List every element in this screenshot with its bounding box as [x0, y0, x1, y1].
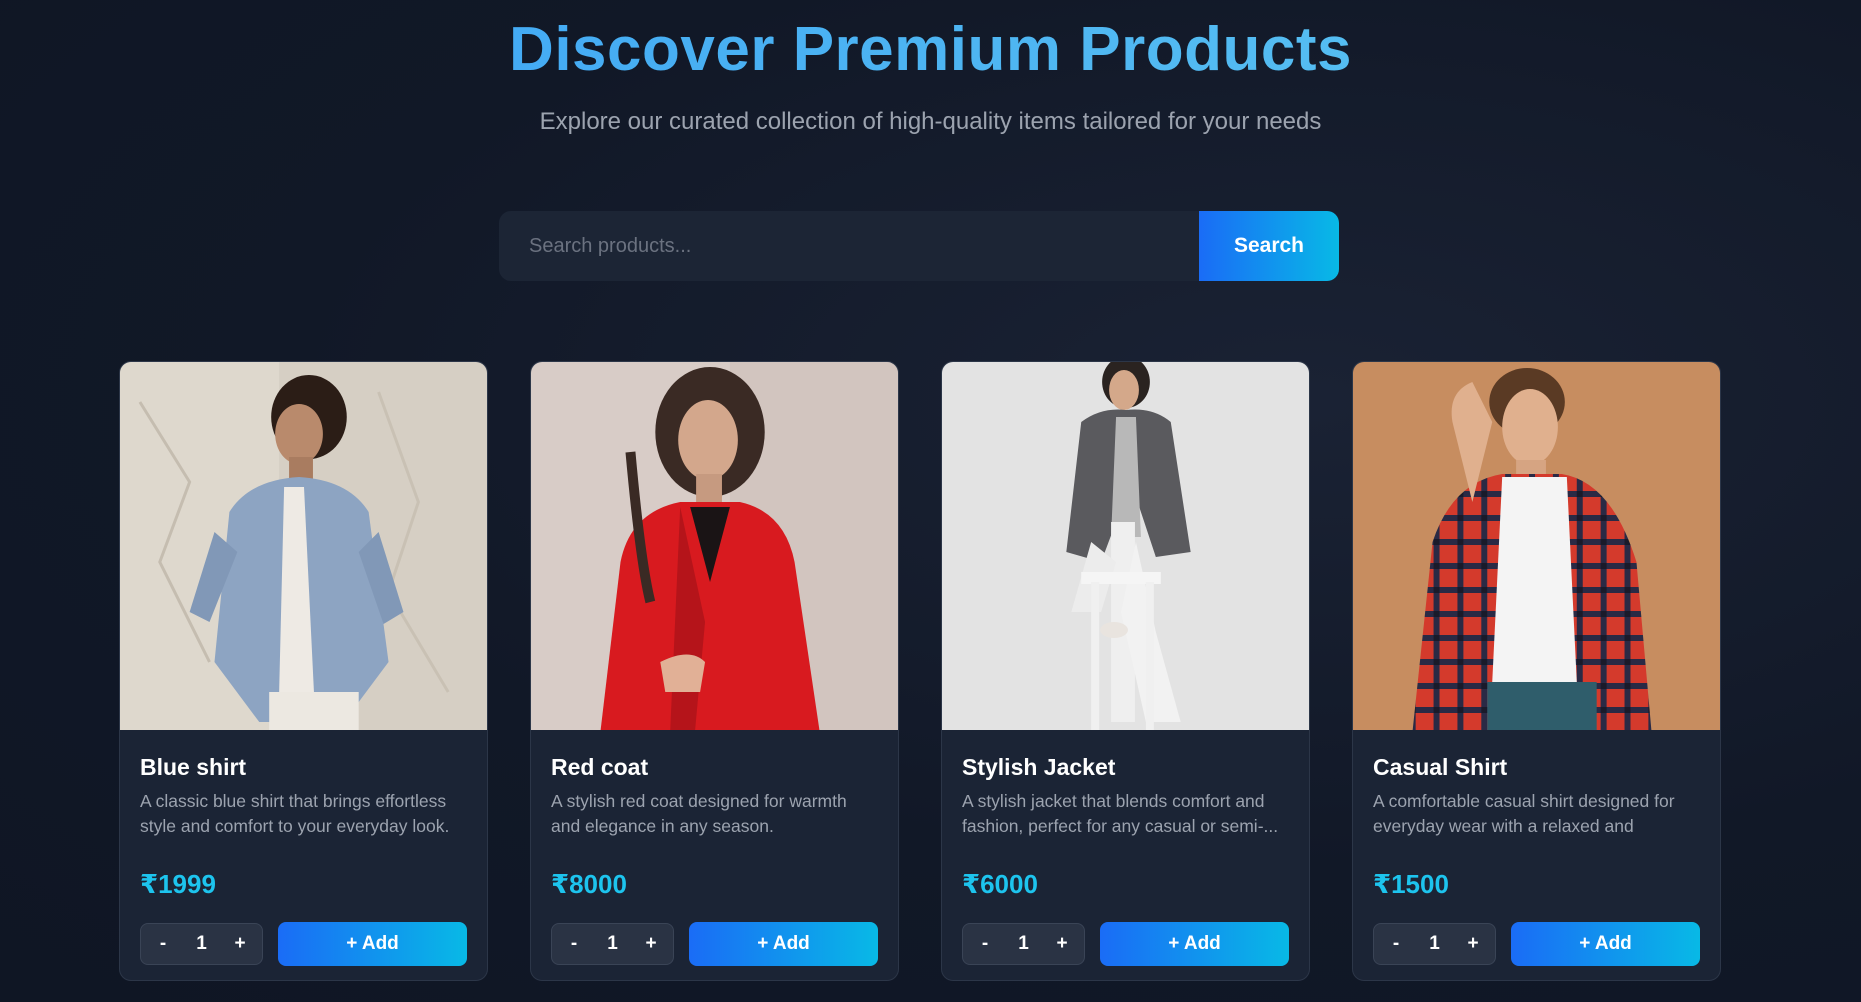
product-actions: - 1 + + Add: [140, 922, 467, 966]
product-card: Casual Shirt A comfortable casual shirt …: [1352, 361, 1721, 981]
product-price: ₹6000: [962, 869, 1038, 899]
product-info: Blue shirt A classic blue shirt that bri…: [120, 730, 487, 966]
decrease-quantity-button[interactable]: -: [564, 933, 584, 955]
product-actions: - 1 + + Add: [1373, 922, 1700, 966]
product-description: A classic blue shirt that brings effortl…: [140, 791, 450, 836]
product-card: Stylish Jacket A stylish jacket that ble…: [941, 361, 1310, 981]
product-actions: - 1 + + Add: [962, 922, 1289, 966]
add-to-cart-button[interactable]: + Add: [1100, 922, 1289, 966]
add-to-cart-button[interactable]: + Add: [689, 922, 878, 966]
product-actions: - 1 + + Add: [551, 922, 878, 966]
product-price: ₹8000: [551, 869, 627, 899]
increase-quantity-button[interactable]: +: [641, 933, 661, 955]
search-bar: Search: [499, 211, 1339, 281]
decrease-quantity-button[interactable]: -: [153, 933, 173, 955]
product-info: Casual Shirt A comfortable casual shirt …: [1353, 730, 1720, 966]
product-card: Blue shirt A classic blue shirt that bri…: [119, 361, 488, 981]
product-price: ₹1500: [1373, 869, 1449, 899]
product-image-blue-shirt[interactable]: [120, 362, 487, 730]
product-title[interactable]: Red coat: [551, 754, 878, 781]
product-image-red-coat[interactable]: [531, 362, 898, 730]
quantity-stepper: - 1 +: [1373, 923, 1496, 965]
product-description: A comfortable casual shirt designed for …: [1373, 791, 1675, 836]
product-image-stylish-jacket[interactable]: [942, 362, 1309, 730]
increase-quantity-button[interactable]: +: [1463, 933, 1483, 955]
product-image-casual-shirt[interactable]: [1353, 362, 1720, 730]
quantity-value: 1: [196, 933, 207, 954]
increase-quantity-button[interactable]: +: [1052, 933, 1072, 955]
search-input[interactable]: [499, 211, 1199, 281]
decrease-quantity-button[interactable]: -: [975, 933, 995, 955]
products-page: Discover Premium Products Explore our cu…: [0, 0, 1861, 1002]
quantity-value: 1: [1018, 933, 1029, 954]
quantity-value: 1: [607, 933, 618, 954]
product-info: Stylish Jacket A stylish jacket that ble…: [942, 730, 1309, 966]
product-price: ₹1999: [140, 869, 216, 899]
add-to-cart-button[interactable]: + Add: [278, 922, 467, 966]
product-grid: Blue shirt A classic blue shirt that bri…: [119, 361, 1721, 981]
product-card: Red coat A stylish red coat designed for…: [530, 361, 899, 981]
hero-section: Discover Premium Products Explore our cu…: [0, 0, 1861, 136]
search-button[interactable]: Search: [1199, 211, 1339, 281]
increase-quantity-button[interactable]: +: [230, 933, 250, 955]
product-description: A stylish jacket that blends comfort and…: [962, 791, 1279, 836]
decrease-quantity-button[interactable]: -: [1386, 933, 1406, 955]
add-to-cart-button[interactable]: + Add: [1511, 922, 1700, 966]
quantity-value: 1: [1429, 933, 1440, 954]
quantity-stepper: - 1 +: [551, 923, 674, 965]
page-title: Discover Premium Products: [0, 14, 1861, 86]
quantity-stepper: - 1 +: [140, 923, 263, 965]
page-subtitle: Explore our curated collection of high-q…: [539, 108, 1322, 135]
product-info: Red coat A stylish red coat designed for…: [531, 730, 898, 966]
product-title[interactable]: Blue shirt: [140, 754, 467, 781]
product-title[interactable]: Casual Shirt: [1373, 754, 1700, 781]
quantity-stepper: - 1 +: [962, 923, 1085, 965]
product-title[interactable]: Stylish Jacket: [962, 754, 1289, 781]
product-description: A stylish red coat designed for warmth a…: [551, 791, 847, 836]
